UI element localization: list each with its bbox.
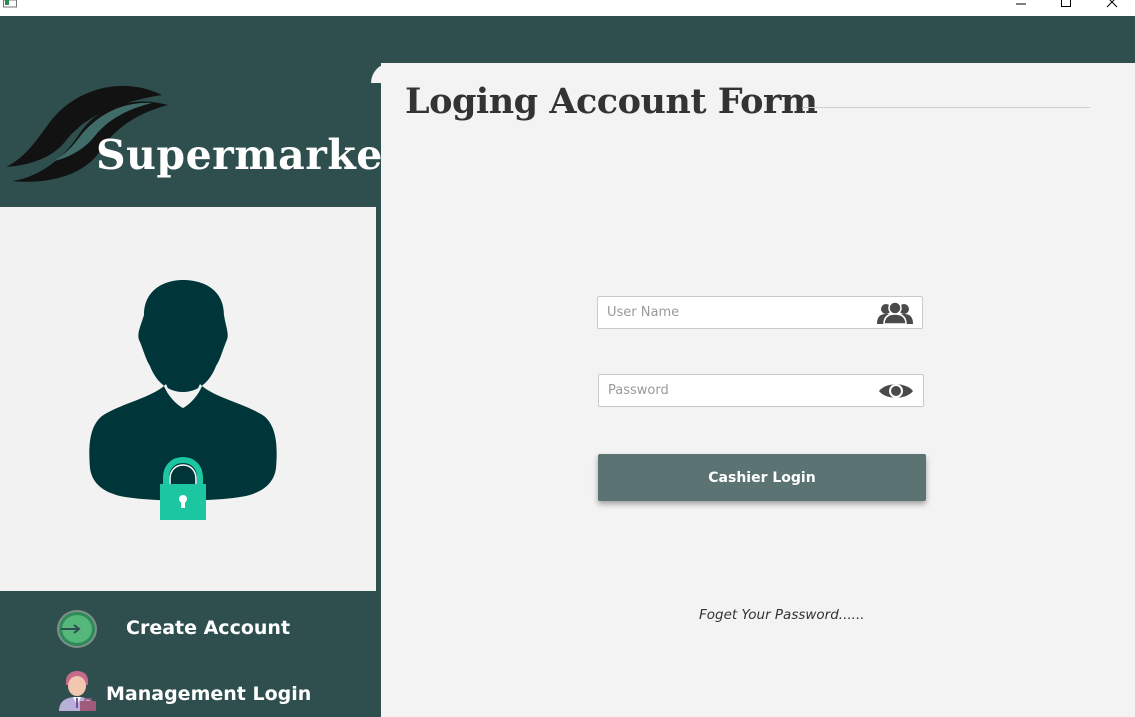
manager-icon — [59, 671, 96, 711]
header-band — [0, 16, 1135, 63]
app-icon — [3, 0, 17, 8]
cashier-login-button[interactable]: Cashier Login — [598, 454, 926, 501]
page-title: Loging Account Form — [405, 81, 818, 122]
login-form-panel: Loging Account Form Cashier Login Foget … — [381, 63, 1135, 717]
arrow-circle-icon — [57, 610, 97, 648]
username-field[interactable] — [597, 296, 923, 329]
password-field[interactable] — [598, 374, 924, 407]
close-button[interactable] — [1097, 0, 1127, 10]
title-divider — [802, 107, 1090, 108]
password-input[interactable] — [608, 375, 868, 406]
maximize-icon — [1061, 0, 1071, 7]
sidebar-illustration-area — [0, 207, 376, 591]
create-account-button[interactable]: Create Account — [0, 601, 381, 651]
management-login-label: Management Login — [106, 683, 312, 705]
sidebar-brand-area: Supermarket — [0, 63, 402, 207]
user-avatar-icon — [89, 280, 277, 501]
window-titlebar — [0, 0, 1135, 16]
users-icon — [877, 302, 913, 324]
username-input[interactable] — [607, 297, 867, 328]
management-login-button[interactable]: Management Login — [0, 667, 381, 717]
maximize-button[interactable] — [1051, 0, 1081, 10]
minimize-icon — [1016, 3, 1026, 5]
user-lock-illustration — [89, 280, 277, 520]
create-account-label: Create Account — [126, 617, 291, 639]
eye-icon[interactable] — [878, 380, 914, 402]
close-icon — [1106, 0, 1118, 8]
brand-title: Supermarket — [96, 131, 403, 179]
minimize-button[interactable] — [1006, 0, 1036, 10]
forgot-password-link[interactable]: Foget Your Password...... — [699, 607, 865, 623]
sidebar-nav: Create Account Management Login — [0, 591, 381, 717]
